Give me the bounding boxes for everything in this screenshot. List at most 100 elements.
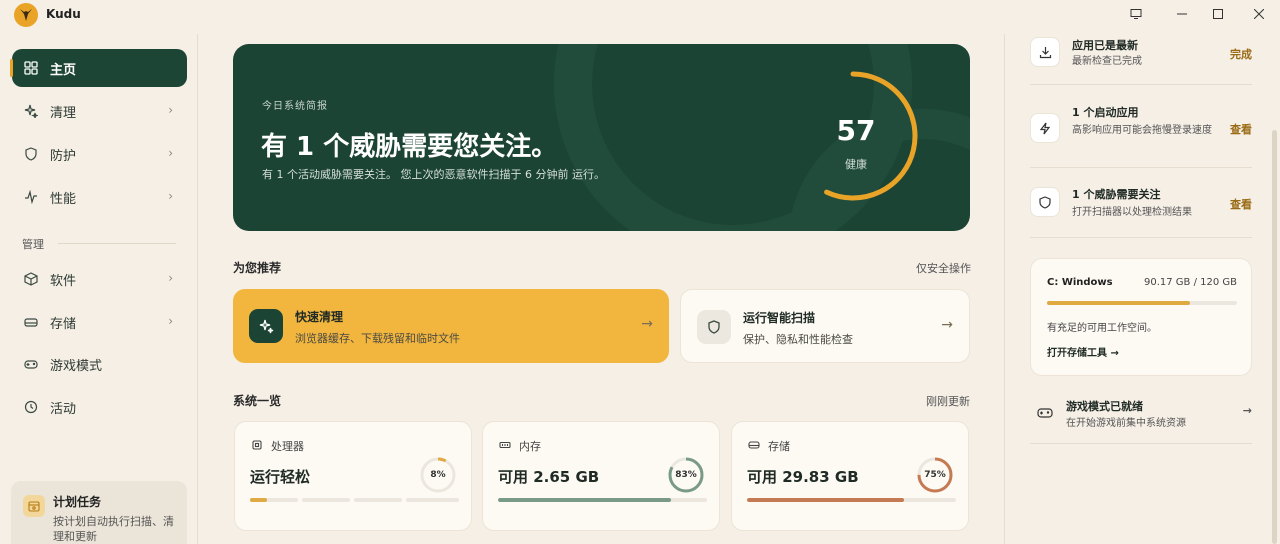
drive-usage-track <box>1047 301 1237 305</box>
gamepad-icon <box>1030 398 1060 428</box>
chevron-right-icon: › <box>168 146 173 160</box>
pulse-icon <box>23 189 39 205</box>
task-title: 计划任务 <box>53 495 102 509</box>
sidebar-item-label: 存储 <box>50 316 77 332</box>
startup-view-link[interactable]: 查看 <box>1230 121 1252 137</box>
cpu-stat-card[interactable]: 处理器 运行轻松 8% <box>234 421 472 531</box>
cpu-bar-segment <box>406 498 459 502</box>
minimize-button[interactable] <box>1170 4 1194 24</box>
storage-bar-fill <box>747 498 904 502</box>
memory-percent: 83% <box>675 470 697 480</box>
health-score-value: 57 <box>836 114 876 147</box>
calendar-icon <box>23 495 45 517</box>
update-done-label: 完成 <box>1230 48 1252 61</box>
sidebar: 主页 清理 › 防护 › 性能 › 管理 软件 › 存储 › 游戏模式 活动 计… <box>0 34 198 544</box>
game-mode-title: 游戏模式已就绪 <box>1066 400 1143 413</box>
display-mode-icon[interactable] <box>1124 4 1148 24</box>
hero-eyebrow: 今日系统简报 <box>262 101 328 112</box>
threat-status[interactable]: 1 个威胁需要关注 打开扫描器以处理检测结果 查看 <box>1030 186 1252 226</box>
divider <box>1030 84 1252 85</box>
sparkle-icon <box>23 103 39 119</box>
arrow-right-icon: → <box>1242 404 1252 417</box>
box-icon <box>23 271 39 287</box>
chevron-right-icon: › <box>168 271 173 285</box>
quick-clean-card[interactable]: 快速清理 浏览器缓存、下载残留和临时文件 → <box>233 289 669 363</box>
safe-actions-only-label: 仅安全操作 <box>916 262 971 275</box>
app-update-status[interactable]: 应用已是最新 最新检查已完成 完成 <box>1030 34 1252 82</box>
drive-desc: 有充足的可用工作空间。 <box>1047 323 1157 334</box>
cpu-percent: 8% <box>430 470 446 480</box>
threat-view-link[interactable]: 查看 <box>1230 196 1252 212</box>
update-title: 应用已是最新 <box>1072 39 1138 52</box>
sidebar-item-label: 清理 <box>50 105 77 121</box>
chevron-right-icon: › <box>168 314 173 328</box>
game-mode-desc: 在开始游戏前集中系统资源 <box>1066 418 1186 429</box>
updated-just-now-label: 刚刚更新 <box>926 395 970 408</box>
download-icon <box>1030 37 1060 67</box>
task-desc-line: 按计划自动执行扫描、清 <box>53 515 174 528</box>
kudu-logo-icon <box>14 3 38 27</box>
cpu-value: 运行轻松 <box>250 468 311 486</box>
drive-card-c: C: Windows 90.17 GB / 120 GB 有充足的可用工作空间。… <box>1030 258 1252 376</box>
sidebar-item-home[interactable]: 主页 <box>10 49 187 87</box>
game-mode-status[interactable]: 游戏模式已就绪 在开始游戏前集中系统资源 → <box>1030 396 1252 442</box>
hero-subtitle: 有 1 个活动威胁需要关注。 您上次的恶意软件扫描于 6 分钟前 运行。 <box>262 168 605 181</box>
threat-desc: 打开扫描器以处理检测结果 <box>1072 207 1192 218</box>
sidebar-item-label: 防护 <box>50 148 77 164</box>
hero-title: 有 1 个威胁需要您关注。 <box>261 132 558 162</box>
threat-title: 1 个威胁需要关注 <box>1072 188 1161 201</box>
sidebar-item-game-mode[interactable]: 游戏模式 <box>12 345 187 383</box>
recommend-title: 为您推荐 <box>233 261 282 275</box>
sidebar-item-protection[interactable]: 防护 › <box>12 135 187 173</box>
drive-usage-fill <box>1047 301 1190 305</box>
storage-bar-track <box>747 498 956 502</box>
update-desc: 最新检查已完成 <box>1072 56 1142 67</box>
cpu-bar-fill <box>250 498 267 502</box>
scrollbar[interactable] <box>1272 130 1277 544</box>
startup-desc: 高影响应用可能会拖慢登录速度 <box>1072 125 1212 136</box>
sidebar-item-label: 软件 <box>50 273 77 289</box>
sidebar-item-software[interactable]: 软件 › <box>12 260 187 298</box>
sidebar-item-performance[interactable]: 性能 › <box>12 178 187 216</box>
sidebar-item-label: 游戏模式 <box>50 358 103 374</box>
memory-bar-track <box>498 498 707 502</box>
cpu-bar-segment <box>354 498 402 502</box>
cpu-icon <box>250 438 264 452</box>
smart-scan-card[interactable]: 运行智能扫描 保护、隐私和性能检查 → <box>680 289 970 363</box>
section-divider <box>58 243 176 244</box>
startup-title: 1 个启动应用 <box>1072 106 1139 119</box>
memory-value: 可用 2.65 GB <box>498 468 600 486</box>
storage-value: 可用 29.83 GB <box>747 468 859 486</box>
sidebar-item-activity[interactable]: 活动 <box>12 388 187 426</box>
sidebar-item-storage[interactable]: 存储 › <box>12 303 187 341</box>
smart-scan-desc: 保护、隐私和性能检查 <box>743 333 853 346</box>
open-storage-tool-link[interactable]: 打开存储工具 → <box>1047 344 1119 359</box>
startup-apps-status[interactable]: 1 个启动应用 高影响应用可能会拖慢登录速度 查看 <box>1030 104 1252 164</box>
lightning-icon <box>1030 113 1060 143</box>
memory-stat-card[interactable]: 内存 可用 2.65 GB 83% <box>482 421 720 531</box>
shield-icon <box>23 146 39 162</box>
sidebar-item-label: 主页 <box>50 62 77 78</box>
maximize-button[interactable] <box>1206 4 1230 24</box>
history-icon <box>23 399 39 415</box>
drive-size: 90.17 GB / 120 GB <box>1143 277 1237 288</box>
system-briefing-hero: 今日系统简报 有 1 个威胁需要您关注。 有 1 个活动威胁需要关注。 您上次的… <box>233 44 970 231</box>
chevron-right-icon: › <box>168 103 173 117</box>
shield-icon <box>1030 187 1060 217</box>
chevron-right-icon: › <box>168 189 173 203</box>
drive-icon <box>23 314 39 330</box>
divider <box>1030 237 1252 238</box>
drive-icon <box>747 438 761 452</box>
memory-label: 内存 <box>519 440 541 453</box>
memory-icon <box>498 438 512 452</box>
title-bar: Kudu <box>0 0 1280 30</box>
section-label-manage: 管理 <box>22 238 44 251</box>
task-description: 按计划自动执行扫描、清 理和更新 <box>53 514 175 544</box>
sidebar-item-clean[interactable]: 清理 › <box>12 92 187 130</box>
storage-stat-card[interactable]: 存储 可用 29.83 GB 75% <box>731 421 969 531</box>
divider <box>1030 443 1252 444</box>
close-button[interactable] <box>1247 4 1271 24</box>
scheduled-tasks-card[interactable]: 计划任务 按计划自动执行扫描、清 理和更新 <box>11 481 187 544</box>
memory-bar-fill <box>498 498 672 502</box>
health-score-label: 健康 <box>845 158 867 171</box>
